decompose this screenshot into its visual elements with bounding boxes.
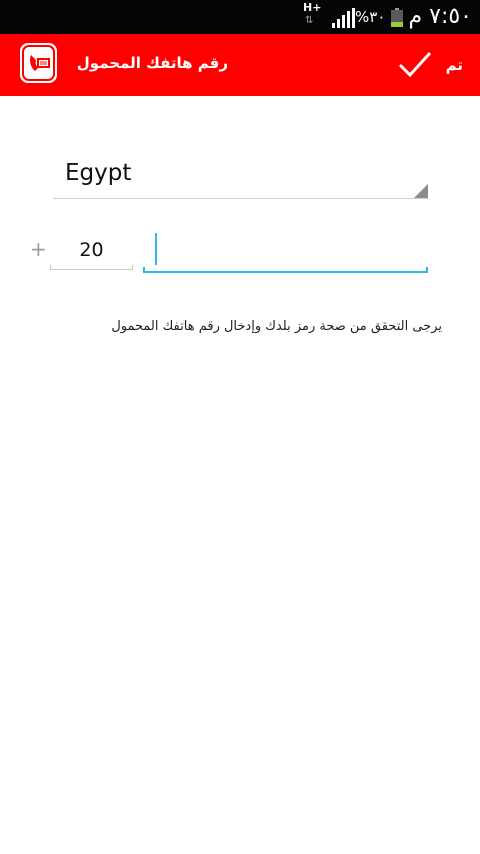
- dropdown-arrow-icon: [414, 184, 428, 198]
- status-time: ٧:٥٠ م: [408, 4, 473, 29]
- screen-title: رقم هاتفك المحمول: [76, 54, 228, 72]
- data-activity-icon: ⇅: [305, 15, 314, 26]
- signal-icon: [332, 8, 355, 28]
- done-label: تم: [445, 56, 463, 74]
- text-cursor: [155, 233, 157, 265]
- country-code-value: 20: [79, 239, 104, 261]
- country-code-underline-tick: [50, 265, 51, 270]
- phone-number-underline: [143, 271, 428, 273]
- done-button[interactable]: تم: [392, 44, 472, 86]
- plus-sign: +: [30, 237, 47, 261]
- battery-icon: [391, 8, 403, 27]
- country-code-input[interactable]: 20: [50, 231, 133, 270]
- action-bar: رقم هاتفك المحمول تم: [0, 34, 480, 96]
- phone-number-underline-tick: [426, 267, 428, 273]
- phone-number-input[interactable]: [143, 231, 428, 273]
- battery-percent: ٣٠%: [355, 8, 386, 26]
- phone-app-icon: [20, 43, 57, 83]
- country-code-underline-tick: [132, 265, 133, 270]
- check-icon: [398, 51, 432, 78]
- country-selected-value: Egypt: [65, 160, 132, 186]
- country-code-underline: [50, 269, 133, 270]
- phone-number-underline-tick: [143, 267, 145, 273]
- network-type-label: H+: [303, 1, 322, 14]
- status-bar: H+ ⇅ ٣٠% ٧:٥٠ م: [0, 0, 480, 34]
- country-spinner[interactable]: Egypt: [53, 150, 428, 199]
- instruction-text: يرجى التحقق من صحة رمز بلدك وإدخال رقم ه…: [111, 319, 442, 334]
